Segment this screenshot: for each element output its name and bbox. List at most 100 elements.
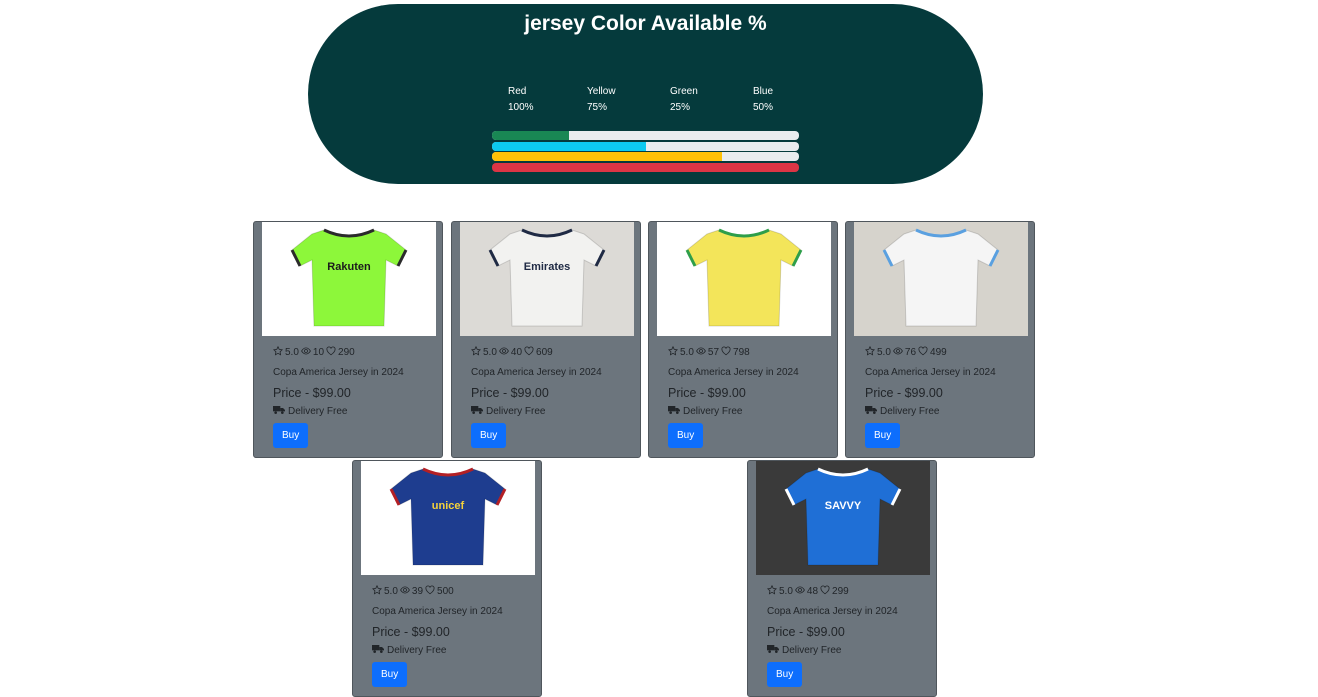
- buy-button[interactable]: Buy: [668, 423, 704, 448]
- likes-count: 500: [437, 585, 454, 597]
- delivery-text: Delivery Free: [880, 406, 940, 417]
- product-card: 5.0 57 798 Copa America Jersey in 2024 P…: [648, 221, 838, 458]
- legend-percent: 50%: [753, 102, 774, 113]
- views-count: 57: [707, 346, 720, 358]
- views-count: 40: [510, 346, 523, 358]
- product-price: Price - $99.00: [668, 386, 746, 400]
- delivery-text: Delivery Free: [288, 406, 348, 417]
- product-title: Copa America Jersey in 2024: [471, 367, 602, 378]
- rating-value: 5.0: [384, 585, 398, 597]
- delivery-info: Delivery Free: [865, 405, 1026, 418]
- progress-bar-fill: [492, 141, 646, 151]
- progress-bar-yellow: [492, 152, 799, 161]
- buy-button[interactable]: Buy: [767, 662, 803, 687]
- truck-icon: [668, 405, 680, 418]
- card-body: 5.0 10 290 Copa America Jersey in 2024 P…: [272, 345, 434, 448]
- legend-item-blue: Blue 50%: [753, 84, 773, 116]
- product-stats: 5.0 39 500: [371, 584, 533, 598]
- truck-icon: [372, 644, 384, 657]
- product-title: Copa America Jersey in 2024: [668, 367, 799, 378]
- views-count: 39: [411, 585, 424, 597]
- product-image: SAVVY: [756, 461, 930, 575]
- heart-icon: [425, 585, 435, 598]
- buy-button[interactable]: Buy: [273, 423, 309, 448]
- card-body: 5.0 40 609 Copa America Jersey in 2024 P…: [470, 345, 632, 448]
- progress-bar-fill: [492, 131, 569, 140]
- likes-count: 798: [733, 346, 750, 358]
- truck-icon: [273, 405, 285, 418]
- card-body: 5.0 76 499 Copa America Jersey in 2024 P…: [864, 345, 1026, 448]
- legend-color-name: Blue: [753, 86, 774, 97]
- product-card: SAVVY 5.0 48 299 Copa America Jersey in …: [747, 460, 937, 697]
- product-title: Copa America Jersey in 2024: [767, 606, 898, 617]
- progress-bar-fill: [492, 162, 799, 172]
- product-price: Price - $99.00: [471, 386, 549, 400]
- buy-button[interactable]: Buy: [372, 662, 408, 687]
- legend-percent: 75%: [587, 102, 608, 113]
- eye-icon: [795, 585, 805, 598]
- rating-value: 5.0: [877, 346, 891, 358]
- likes-count: 499: [930, 346, 947, 358]
- product-price: Price - $99.00: [767, 625, 845, 639]
- star-icon: [272, 345, 284, 359]
- product-card: Emirates 5.0 40 609 Copa America Jersey …: [451, 221, 641, 458]
- progress-bar-red: [492, 162, 799, 172]
- product-card: 5.0 76 499 Copa America Jersey in 2024 P…: [845, 221, 1035, 458]
- product-price: Price - $99.00: [372, 625, 450, 639]
- eye-icon: [696, 346, 706, 359]
- heart-icon: [918, 346, 928, 359]
- star-icon: [864, 345, 876, 359]
- rating-value: 5.0: [285, 346, 299, 358]
- legend-item-yellow: Yellow 75%: [587, 84, 616, 116]
- legend-item-red: Red 100%: [508, 84, 534, 116]
- legend-color-name: Yellow: [587, 86, 616, 97]
- product-image: Emirates: [460, 222, 634, 336]
- likes-count: 299: [832, 585, 849, 597]
- heart-icon: [820, 585, 830, 598]
- product-image: [854, 222, 1028, 336]
- heart-icon: [524, 346, 534, 359]
- product-stats: 5.0 76 499: [864, 345, 1026, 359]
- product-title: Copa America Jersey in 2024: [273, 367, 404, 378]
- truck-icon: [767, 644, 779, 657]
- star-icon: [766, 584, 778, 598]
- progress-bar-green: [492, 131, 799, 140]
- buy-button[interactable]: Buy: [865, 423, 901, 448]
- svg-text:Rakuten: Rakuten: [327, 261, 371, 273]
- delivery-info: Delivery Free: [767, 644, 928, 657]
- progress-bar-fill: [492, 152, 723, 161]
- product-stats: 5.0 40 609: [470, 345, 632, 359]
- product-title: Copa America Jersey in 2024: [865, 367, 996, 378]
- product-title: Copa America Jersey in 2024: [372, 606, 503, 617]
- card-body: 5.0 57 798 Copa America Jersey in 2024 P…: [667, 345, 829, 448]
- delivery-info: Delivery Free: [372, 644, 533, 657]
- product-image: unicef: [361, 461, 535, 575]
- delivery-info: Delivery Free: [471, 405, 632, 418]
- product-price: Price - $99.00: [273, 386, 351, 400]
- product-image: Rakuten: [262, 222, 436, 336]
- star-icon: [470, 345, 482, 359]
- progress-bar-blue: [492, 141, 799, 151]
- views-count: 76: [904, 346, 917, 358]
- product-card: unicef 5.0 39 500 Copa America Jersey in…: [352, 460, 542, 697]
- delivery-text: Delivery Free: [782, 645, 842, 656]
- product-stats: 5.0 57 798: [667, 345, 829, 359]
- legend-percent: 100%: [508, 102, 534, 113]
- product-price: Price - $99.00: [865, 386, 943, 400]
- delivery-text: Delivery Free: [387, 645, 447, 656]
- rating-value: 5.0: [680, 346, 694, 358]
- product-stats: 5.0 10 290: [272, 345, 434, 359]
- legend-item-green: Green 25%: [670, 84, 698, 116]
- card-body: 5.0 39 500 Copa America Jersey in 2024 P…: [371, 584, 533, 687]
- banner-title: jersey Color Available %: [524, 12, 767, 35]
- delivery-info: Delivery Free: [273, 405, 434, 418]
- truck-icon: [865, 405, 877, 418]
- color-legend: Red 100% Yellow 75% Green 25% Blue 50%: [508, 84, 828, 118]
- svg-text:unicef: unicef: [432, 500, 465, 512]
- eye-icon: [301, 346, 311, 359]
- progress-bars: [492, 131, 799, 173]
- product-card: Rakuten 5.0 10 290 Copa America Jersey i…: [253, 221, 443, 458]
- star-icon: [371, 584, 383, 598]
- buy-button[interactable]: Buy: [471, 423, 507, 448]
- truck-icon: [471, 405, 483, 418]
